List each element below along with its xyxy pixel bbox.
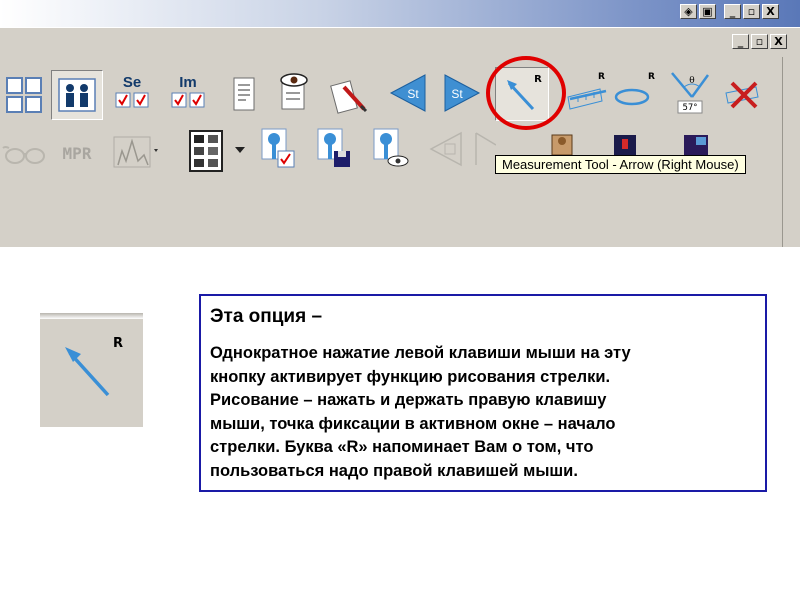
document-window-controls: _ ▫ X bbox=[732, 34, 787, 49]
view-eye-icon[interactable] bbox=[272, 69, 316, 113]
zoom-badge: R bbox=[113, 336, 123, 351]
mpr-icon[interactable]: MPR bbox=[54, 131, 100, 175]
info-box: Эта опция – Однократное нажатие левой кл… bbox=[199, 294, 767, 492]
close-button[interactable]: X bbox=[762, 4, 779, 19]
image-icon-label: Im bbox=[179, 74, 197, 91]
toolbar-divider bbox=[782, 57, 783, 247]
key-save-icon[interactable] bbox=[312, 127, 356, 171]
menu-bar: _ ▫ X bbox=[0, 27, 800, 58]
next-study-icon[interactable]: St bbox=[440, 71, 484, 115]
delete-measurements-icon[interactable] bbox=[722, 73, 766, 117]
tile-button[interactable]: ▣ bbox=[699, 4, 716, 19]
measurement-arrow-zoom-icon: R bbox=[65, 336, 123, 397]
mpr-label: MPR bbox=[62, 143, 92, 163]
title-bar: ◈ ▣ _ ▫ X bbox=[0, 0, 800, 27]
highlight-circle bbox=[486, 56, 566, 130]
ellipse-icon[interactable]: R bbox=[612, 69, 658, 113]
key-view-icon[interactable] bbox=[368, 127, 412, 171]
maximize-button[interactable]: ▫ bbox=[743, 4, 760, 19]
hidden-tool-icon-3[interactable] bbox=[680, 129, 714, 155]
hidden-tool-icon-2[interactable] bbox=[610, 129, 644, 155]
doc-close-button[interactable]: X bbox=[770, 34, 787, 49]
next-study-label: St bbox=[451, 87, 463, 101]
patient-layout-icon[interactable] bbox=[51, 70, 103, 120]
previous-study-label: St bbox=[407, 87, 419, 101]
previous-disabled-icon[interactable] bbox=[424, 127, 468, 171]
histogram-icon[interactable] bbox=[110, 129, 160, 173]
next-disabled-icon[interactable] bbox=[474, 127, 496, 171]
document-icon[interactable] bbox=[222, 73, 266, 117]
film-layout-icon[interactable] bbox=[184, 129, 228, 173]
minimize-button[interactable]: _ bbox=[724, 4, 741, 19]
glasses-icon[interactable] bbox=[0, 131, 50, 175]
doc-minimize-button[interactable]: _ bbox=[732, 34, 749, 49]
image-icon[interactable]: Im bbox=[166, 71, 210, 115]
series-icon[interactable]: Se bbox=[110, 71, 154, 115]
doc-maximize-button[interactable]: ▫ bbox=[751, 34, 768, 49]
angle-icon[interactable]: θ 57° bbox=[664, 67, 714, 117]
layout-2x2-icon[interactable] bbox=[2, 73, 46, 117]
film-layout-dropdown-icon[interactable] bbox=[230, 141, 250, 161]
key-check-icon[interactable] bbox=[256, 127, 300, 171]
svg-text:θ: θ bbox=[689, 76, 694, 86]
annotate-pen-icon[interactable] bbox=[328, 73, 372, 117]
info-body: Однократное нажатие левой клавиши мыши н… bbox=[210, 344, 631, 480]
info-title: Эта опция – bbox=[210, 306, 323, 327]
zoomed-arrow-tool: R bbox=[40, 313, 143, 427]
tooltip: Measurement Tool - Arrow (Right Mouse) bbox=[495, 155, 746, 174]
series-icon-label: Se bbox=[123, 74, 141, 91]
angle-value: 57° bbox=[682, 103, 697, 113]
ellipse-badge: R bbox=[648, 72, 655, 82]
app-window-controls: ◈ ▣ _ ▫ X bbox=[680, 4, 779, 19]
restore-arrows-button[interactable]: ◈ bbox=[680, 4, 697, 19]
previous-study-icon[interactable]: St bbox=[386, 71, 430, 115]
ruler-icon[interactable]: R bbox=[566, 69, 612, 113]
ruler-badge: R bbox=[598, 72, 605, 82]
toolbar: Se Im St St R R R θ 57° MPR bbox=[0, 57, 800, 247]
hidden-tool-icon[interactable] bbox=[548, 129, 578, 155]
